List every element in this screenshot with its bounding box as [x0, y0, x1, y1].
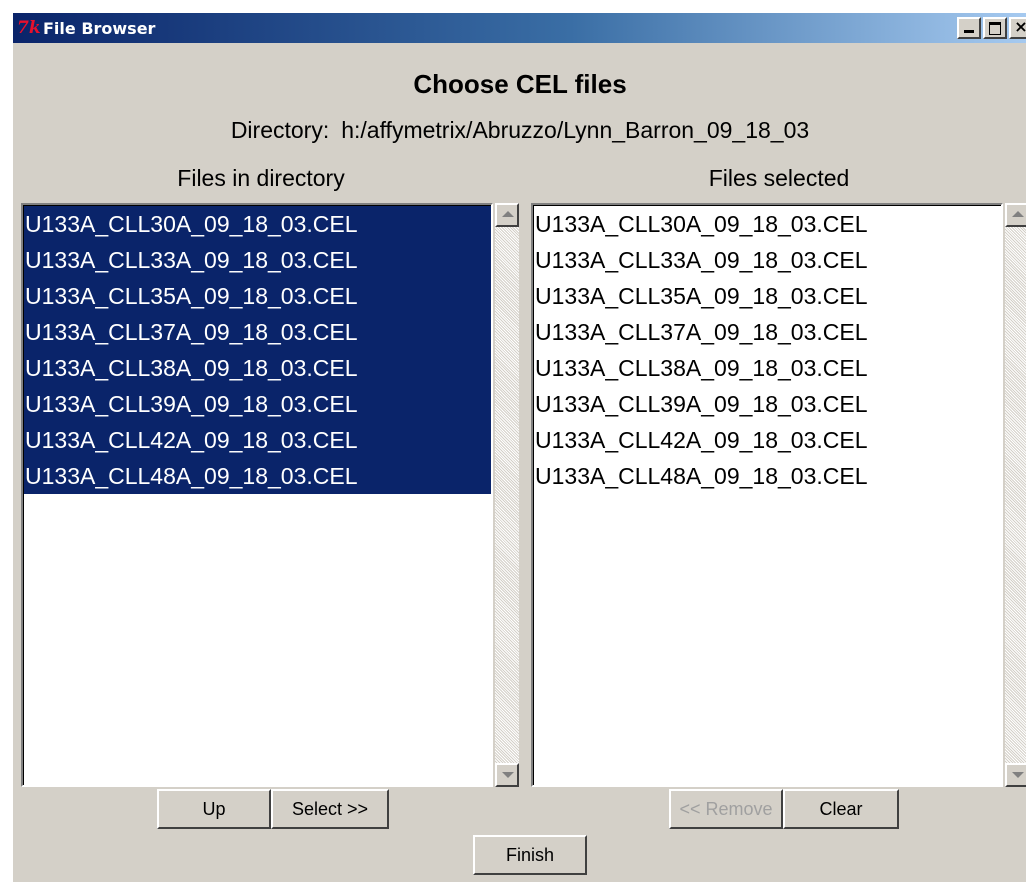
- selected-file-item[interactable]: U133A_CLL30A_09_18_03.CEL: [534, 206, 1001, 242]
- maximize-button[interactable]: [983, 17, 1007, 39]
- left-scroll-down-arrow-icon[interactable]: [495, 763, 519, 787]
- selected-file-item[interactable]: U133A_CLL35A_09_18_03.CEL: [534, 278, 1001, 314]
- files-in-directory-listbox[interactable]: U133A_CLL30A_09_18_03.CEL U133A_CLL33A_09…: [21, 203, 493, 787]
- title-bar[interactable]: 7k File Browser ×: [13, 13, 1026, 43]
- directory-file-item[interactable]: U133A_CLL30A_09_18_03.CEL: [24, 206, 491, 242]
- left-scrollbar[interactable]: [495, 203, 519, 787]
- directory-path: h:/affymetrix/Abruzzo/Lynn_Barron_09_18_…: [341, 117, 810, 143]
- files-selected-list: U133A_CLL30A_09_18_03.CEL U133A_CLL33A_09…: [533, 205, 1001, 785]
- directory-file-item[interactable]: U133A_CLL48A_09_18_03.CEL: [24, 458, 491, 494]
- files-in-directory-label: Files in directory: [177, 165, 345, 191]
- window-title: File Browser: [43, 18, 156, 38]
- right-scroll-down-arrow-icon[interactable]: [1005, 763, 1026, 787]
- directory-file-item[interactable]: U133A_CLL35A_09_18_03.CEL: [24, 278, 491, 314]
- files-selected-label: Files selected: [708, 165, 850, 191]
- select-button[interactable]: Select >>: [271, 789, 389, 829]
- selected-file-item[interactable]: U133A_CLL33A_09_18_03.CEL: [534, 242, 1001, 278]
- directory-file-item[interactable]: U133A_CLL33A_09_18_03.CEL: [24, 242, 491, 278]
- minimize-button[interactable]: [957, 17, 981, 39]
- directory-file-item[interactable]: U133A_CLL39A_09_18_03.CEL: [24, 386, 491, 422]
- finish-button[interactable]: Finish: [473, 835, 587, 875]
- dialog-heading: Choose CEL files: [413, 69, 627, 99]
- selected-file-item[interactable]: U133A_CLL38A_09_18_03.CEL: [534, 350, 1001, 386]
- window-controls: ×: [955, 17, 1026, 39]
- directory-file-item[interactable]: U133A_CLL38A_09_18_03.CEL: [24, 350, 491, 386]
- selected-file-item[interactable]: U133A_CLL37A_09_18_03.CEL: [534, 314, 1001, 350]
- selected-file-item[interactable]: U133A_CLL42A_09_18_03.CEL: [534, 422, 1001, 458]
- up-button[interactable]: Up: [157, 789, 271, 829]
- directory-file-item[interactable]: U133A_CLL42A_09_18_03.CEL: [24, 422, 491, 458]
- selected-file-item[interactable]: U133A_CLL39A_09_18_03.CEL: [534, 386, 1001, 422]
- files-in-directory-list: U133A_CLL30A_09_18_03.CEL U133A_CLL33A_09…: [23, 205, 491, 785]
- close-button[interactable]: ×: [1009, 17, 1026, 39]
- files-selected-listbox[interactable]: U133A_CLL30A_09_18_03.CEL U133A_CLL33A_09…: [531, 203, 1003, 787]
- right-scroll-up-arrow-icon[interactable]: [1005, 203, 1026, 227]
- right-scrollbar[interactable]: [1005, 203, 1026, 787]
- file-browser-window: 7k File Browser × Choose CEL files Direc…: [12, 12, 1026, 882]
- tk-logo-icon: 7k: [17, 18, 41, 38]
- selected-file-item[interactable]: U133A_CLL48A_09_18_03.CEL: [534, 458, 1001, 494]
- directory-file-item[interactable]: U133A_CLL37A_09_18_03.CEL: [24, 314, 491, 350]
- left-scroll-up-arrow-icon[interactable]: [495, 203, 519, 227]
- directory-line: Directory: h:/affymetrix/Abruzzo/Lynn_Bar…: [13, 117, 1026, 144]
- clear-button[interactable]: Clear: [783, 789, 899, 829]
- directory-label: Directory:: [230, 117, 330, 143]
- remove-button[interactable]: << Remove: [669, 789, 783, 829]
